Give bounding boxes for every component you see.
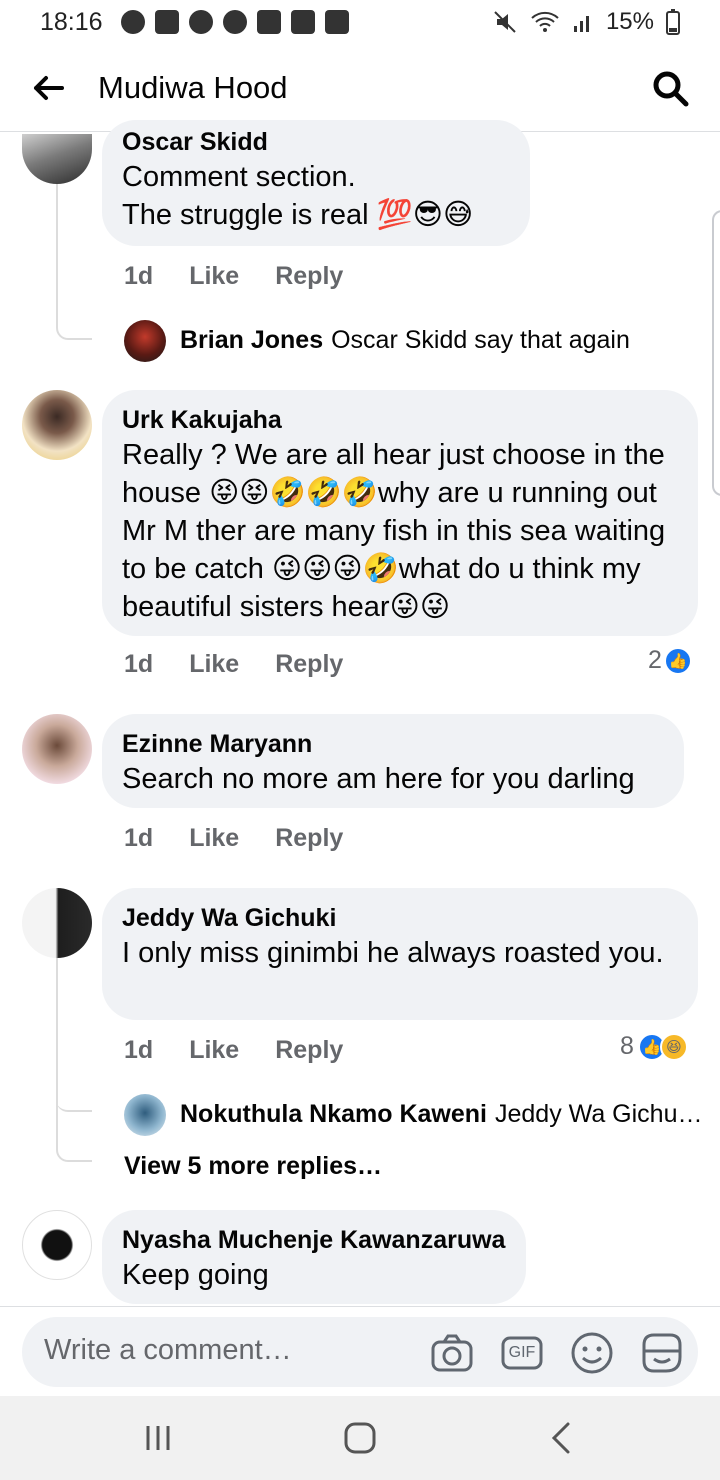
comment-author[interactable]: Ezinne Maryann bbox=[122, 728, 664, 760]
avatar[interactable] bbox=[22, 390, 92, 460]
app-icon bbox=[256, 10, 281, 34]
comment-text: I only miss ginimbi he always roasted yo… bbox=[122, 937, 664, 969]
comment-bubble: Oscar Skidd Comment section. The struggl… bbox=[102, 120, 530, 246]
scroll-indicator bbox=[712, 210, 720, 496]
like-button[interactable]: Like bbox=[189, 262, 239, 291]
youtube-icon bbox=[324, 10, 349, 34]
page-title: Mudiwa Hood bbox=[98, 70, 288, 105]
recent-apps-icon[interactable] bbox=[140, 1420, 180, 1456]
reply-text: Oscar Skidd say that again bbox=[331, 326, 630, 354]
avatar[interactable] bbox=[22, 714, 92, 784]
comment-input-placeholder: Write a comment… bbox=[44, 1334, 292, 1366]
comment-text: Comment section. The struggle is real 💯😎… bbox=[122, 161, 474, 231]
like-button[interactable]: Like bbox=[189, 1036, 239, 1065]
gif-label: GIF bbox=[508, 1344, 536, 1361]
like-button[interactable]: Like bbox=[189, 650, 239, 679]
comment-text: Search no more am here for you darling bbox=[122, 763, 635, 795]
reply-author[interactable]: Nokuthula Nkamo Kaweni bbox=[180, 1100, 487, 1129]
notification-icons bbox=[120, 10, 349, 34]
back-nav-icon[interactable] bbox=[542, 1420, 582, 1456]
status-time: 18:16 bbox=[40, 7, 103, 36]
avatar[interactable] bbox=[22, 888, 92, 958]
emoji-icon[interactable] bbox=[570, 1331, 614, 1375]
haha-reaction-icon: 😆 bbox=[659, 1032, 688, 1061]
system-nav-bar bbox=[0, 1396, 720, 1480]
avatar[interactable] bbox=[22, 134, 92, 184]
thread-connector bbox=[56, 1124, 92, 1162]
thread-connector bbox=[56, 1080, 92, 1112]
search-icon[interactable] bbox=[650, 68, 690, 108]
top-app-bar: Mudiwa Hood bbox=[0, 44, 720, 132]
comment-actions: 1d Like Reply bbox=[124, 650, 343, 679]
comment-author[interactable]: Oscar Skidd bbox=[122, 126, 510, 158]
comment-text: Really ? We are all hear just choose in … bbox=[122, 439, 666, 623]
comment-time: 1d bbox=[124, 824, 154, 852]
thread-line bbox=[56, 184, 58, 304]
signal-icon bbox=[573, 16, 589, 32]
comment-author[interactable]: Urk Kakujaha bbox=[122, 404, 678, 436]
like-reaction-icon: 👍 bbox=[663, 646, 692, 675]
notification-icon bbox=[120, 10, 145, 34]
comment-author[interactable]: Nyasha Muchenje Kawanzaruwa bbox=[122, 1224, 506, 1256]
thread-connector bbox=[56, 300, 92, 340]
back-arrow-icon[interactable] bbox=[30, 70, 66, 106]
reply-author[interactable]: Brian Jones bbox=[180, 326, 323, 355]
comment-actions: 1d Like Reply bbox=[124, 262, 343, 291]
comment-time: 1d bbox=[124, 262, 154, 290]
gallery-icon bbox=[290, 10, 315, 34]
reply-button[interactable]: Reply bbox=[275, 824, 343, 853]
reaction-count: 2 bbox=[648, 646, 662, 674]
status-bar: 18:16 15% bbox=[0, 0, 720, 44]
avatar[interactable] bbox=[124, 320, 166, 362]
comment-bubble: Urk Kakujaha Really ? We are all hear ju… bbox=[102, 390, 698, 636]
comment-composer: Write a comment… GIF bbox=[0, 1306, 720, 1396]
reply-button[interactable]: Reply bbox=[275, 650, 343, 679]
comment-bubble: Ezinne Maryann Search no more am here fo… bbox=[102, 714, 684, 808]
mute-icon bbox=[494, 11, 516, 33]
reply-button[interactable]: Reply bbox=[275, 262, 343, 291]
comment-author[interactable]: Jeddy Wa Gichuki bbox=[122, 902, 678, 934]
reply-button[interactable]: Reply bbox=[275, 1036, 343, 1065]
netflix-icon bbox=[154, 10, 179, 34]
comment-time: 1d bbox=[124, 1036, 154, 1064]
comment-actions: 1d Like Reply bbox=[124, 824, 343, 853]
camera-icon[interactable] bbox=[430, 1331, 474, 1375]
reaction-summary[interactable]: 2 👍 bbox=[648, 646, 692, 675]
comment-text: Keep going bbox=[122, 1259, 269, 1291]
gif-icon[interactable]: GIF bbox=[500, 1331, 544, 1375]
twitter-icon bbox=[222, 10, 247, 34]
wifi-icon bbox=[531, 11, 559, 32]
comment-actions: 1d Like Reply bbox=[124, 1036, 343, 1065]
reply-preview[interactable]: Brian Jones Oscar Skidd say that again bbox=[180, 326, 630, 355]
comment-time: 1d bbox=[124, 650, 154, 678]
avatar[interactable] bbox=[124, 1094, 166, 1136]
view-more-replies-link[interactable]: View 5 more replies… bbox=[124, 1152, 382, 1181]
avatar[interactable] bbox=[22, 1210, 92, 1280]
reaction-count: 8 bbox=[620, 1032, 634, 1060]
reply-text: Jeddy Wa Gichu… bbox=[495, 1100, 700, 1128]
comment-bubble: Jeddy Wa Gichuki I only miss ginimbi he … bbox=[102, 888, 698, 1020]
home-icon[interactable] bbox=[340, 1420, 380, 1456]
reaction-summary[interactable]: 8 👍 😆 bbox=[620, 1032, 688, 1061]
reply-preview[interactable]: Nokuthula Nkamo Kaweni Jeddy Wa Gichu… bbox=[180, 1100, 700, 1129]
battery-icon bbox=[666, 9, 680, 35]
like-button[interactable]: Like bbox=[189, 824, 239, 853]
sticker-icon[interactable] bbox=[640, 1331, 684, 1375]
comment-bubble: Nyasha Muchenje Kawanzaruwa Keep going bbox=[102, 1210, 526, 1304]
notification-icon bbox=[188, 10, 213, 34]
battery-percent: 15% bbox=[605, 8, 654, 35]
